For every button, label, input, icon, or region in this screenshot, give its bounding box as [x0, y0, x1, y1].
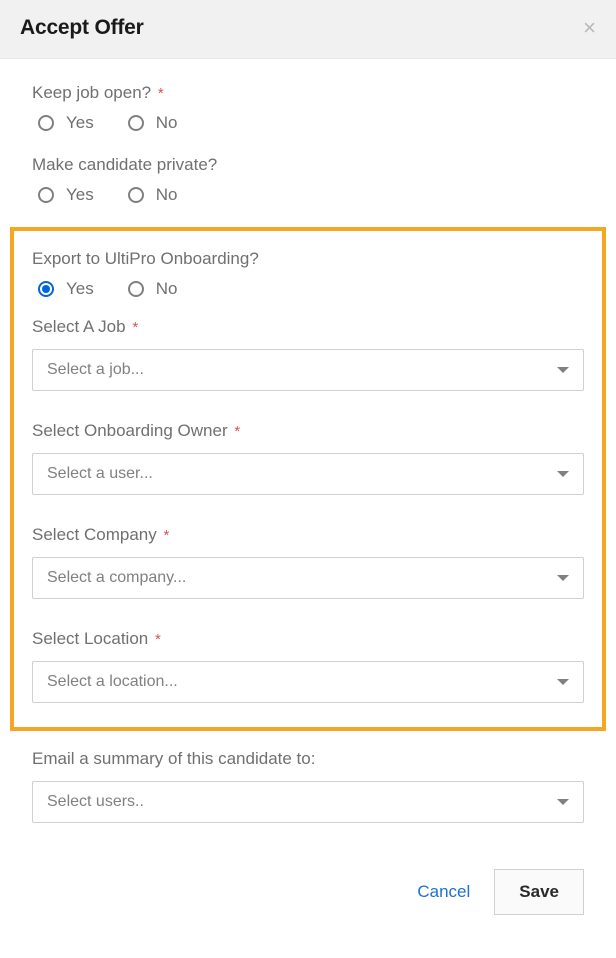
chevron-down-icon: [557, 799, 569, 805]
required-mark: *: [132, 319, 138, 336]
label-select-owner: Select Onboarding Owner *: [32, 421, 584, 441]
field-select-owner: Select Onboarding Owner * Select a user.…: [32, 421, 584, 495]
radio-label: No: [156, 185, 178, 205]
select-company-dropdown[interactable]: Select a company...: [32, 557, 584, 599]
export-highlight-box: Export to UltiPro Onboarding? Yes No Sel…: [10, 227, 606, 731]
modal-header: Accept Offer ×: [0, 0, 616, 59]
field-select-company: Select Company * Select a company...: [32, 525, 584, 599]
save-button[interactable]: Save: [494, 869, 584, 915]
radio-icon: [128, 187, 144, 203]
modal-body: Keep job open? * Yes No Make candidate p…: [0, 59, 616, 855]
field-select-location: Select Location * Select a location...: [32, 629, 584, 703]
select-placeholder: Select a location...: [47, 673, 178, 691]
chevron-down-icon: [557, 679, 569, 685]
required-mark: *: [158, 85, 164, 102]
field-export-ultipro: Export to UltiPro Onboarding? Yes No: [32, 249, 584, 299]
required-mark: *: [234, 423, 240, 440]
radio-keep-job-yes[interactable]: Yes: [38, 113, 94, 133]
radio-icon: [38, 115, 54, 131]
label-select-job: Select A Job *: [32, 317, 584, 337]
select-placeholder: Select a user...: [47, 465, 153, 483]
field-make-private: Make candidate private? Yes No: [32, 155, 584, 205]
chevron-down-icon: [557, 575, 569, 581]
radio-keep-job-no[interactable]: No: [128, 113, 178, 133]
radio-row-keep-job: Yes No: [32, 113, 584, 133]
radio-label: No: [156, 113, 178, 133]
radio-icon-selected: [38, 281, 54, 297]
select-job-dropdown[interactable]: Select a job...: [32, 349, 584, 391]
field-select-job: Select A Job * Select a job...: [32, 317, 584, 391]
select-placeholder: Select users..: [47, 793, 144, 811]
radio-label: Yes: [66, 113, 94, 133]
radio-export-yes[interactable]: Yes: [38, 279, 94, 299]
required-mark: *: [155, 631, 161, 648]
close-icon[interactable]: ×: [583, 17, 596, 39]
radio-label: Yes: [66, 185, 94, 205]
label-select-company: Select Company *: [32, 525, 584, 545]
cancel-button[interactable]: Cancel: [417, 882, 470, 902]
label-text: Select Onboarding Owner: [32, 421, 228, 440]
label-export-ultipro: Export to UltiPro Onboarding?: [32, 249, 584, 269]
select-email-summary-dropdown[interactable]: Select users..: [32, 781, 584, 823]
radio-make-private-no[interactable]: No: [128, 185, 178, 205]
label-select-location: Select Location *: [32, 629, 584, 649]
chevron-down-icon: [557, 471, 569, 477]
select-placeholder: Select a job...: [47, 361, 144, 379]
chevron-down-icon: [557, 367, 569, 373]
select-location-dropdown[interactable]: Select a location...: [32, 661, 584, 703]
label-email-summary: Email a summary of this candidate to:: [32, 749, 584, 769]
label-text: Select Company: [32, 525, 157, 544]
radio-make-private-yes[interactable]: Yes: [38, 185, 94, 205]
field-keep-job-open: Keep job open? * Yes No: [32, 83, 584, 133]
radio-icon: [128, 281, 144, 297]
radio-row-export: Yes No: [32, 279, 584, 299]
select-owner-dropdown[interactable]: Select a user...: [32, 453, 584, 495]
radio-icon: [128, 115, 144, 131]
radio-export-no[interactable]: No: [128, 279, 178, 299]
radio-label: Yes: [66, 279, 94, 299]
required-mark: *: [163, 527, 169, 544]
radio-row-make-private: Yes No: [32, 185, 584, 205]
field-email-summary: Email a summary of this candidate to: Se…: [32, 749, 584, 823]
label-text: Keep job open?: [32, 83, 151, 102]
label-text: Select Location: [32, 629, 148, 648]
label-text: Select A Job: [32, 317, 126, 336]
radio-icon: [38, 187, 54, 203]
modal-footer: Cancel Save: [0, 855, 616, 943]
label-keep-job-open: Keep job open? *: [32, 83, 584, 103]
modal-title: Accept Offer: [20, 16, 144, 40]
select-placeholder: Select a company...: [47, 569, 186, 587]
label-make-private: Make candidate private?: [32, 155, 584, 175]
radio-label: No: [156, 279, 178, 299]
